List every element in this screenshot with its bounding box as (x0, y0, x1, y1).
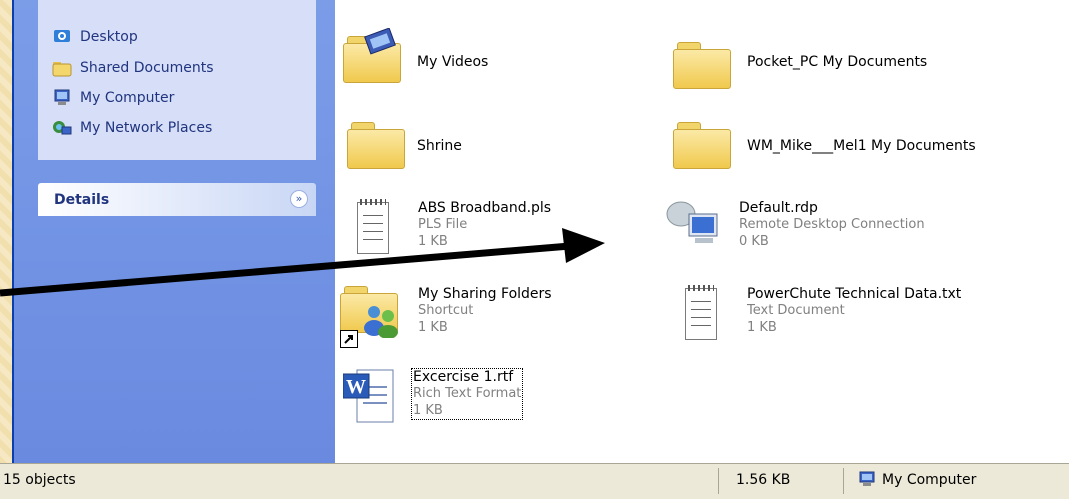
annotation-arrow (0, 228, 605, 297)
